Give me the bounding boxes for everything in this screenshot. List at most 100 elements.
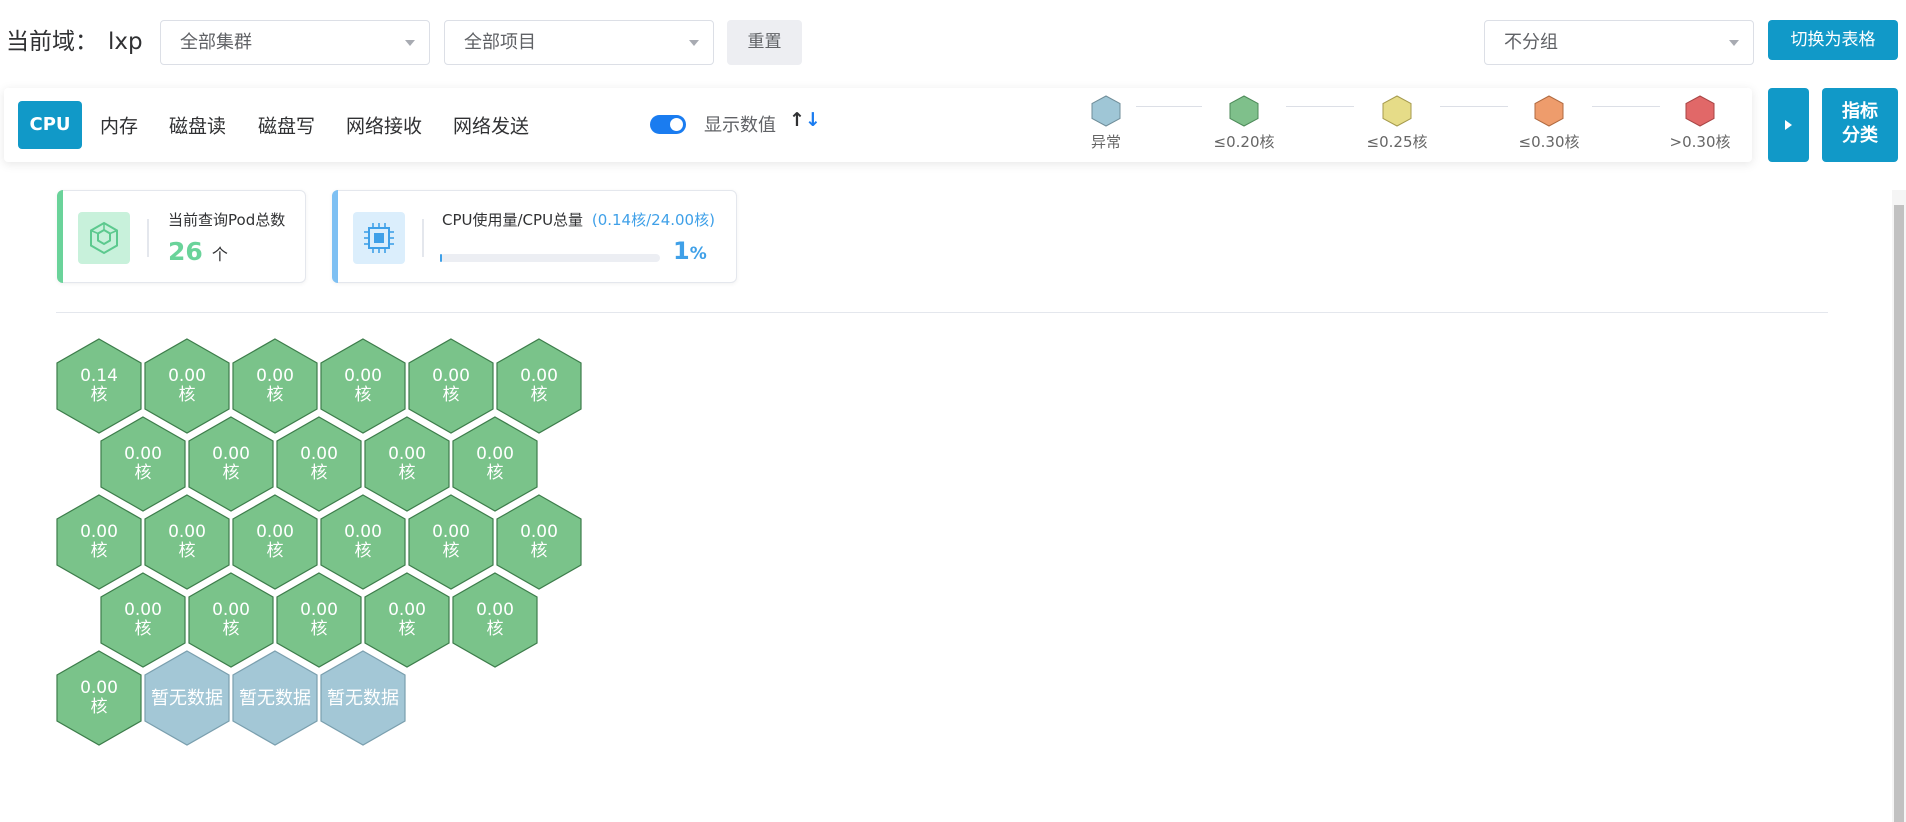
pod-unit: 核	[486, 619, 504, 639]
cpu-usage-percent-row: 1%	[673, 237, 707, 265]
pod-unit: 核	[310, 619, 328, 639]
pod-unit: 核	[222, 619, 240, 639]
hexagon-icon	[1534, 95, 1564, 127]
cluster-select[interactable]: 全部集群	[160, 20, 430, 65]
pod-unit: 核	[266, 541, 284, 561]
legend-item-abnormal: 异常	[1061, 95, 1151, 152]
hexagon-icon	[1382, 95, 1412, 127]
reset-button[interactable]: 重置	[727, 20, 802, 65]
legend-connector	[1286, 106, 1354, 107]
pod-value: 0.00	[476, 600, 514, 620]
pod-hexagon-label: 0.00 核	[56, 650, 142, 746]
pod-value: 0.00	[388, 600, 426, 620]
pod-value: 0.00	[520, 522, 558, 542]
pod-value: 0.00	[344, 522, 382, 542]
hexagon-icon	[1229, 95, 1259, 127]
tab-cpu[interactable]: CPU	[18, 101, 82, 149]
pod-value: 0.00	[344, 366, 382, 386]
cpu-usage-card: CPU使用量/CPU总量 (0.14核/24.00核) 1%	[332, 190, 737, 283]
cpu-usage-progress-fill	[440, 254, 443, 262]
chevron-down-icon	[689, 40, 699, 46]
pod-value: 0.00	[256, 522, 294, 542]
pod-value: 0.00	[432, 522, 470, 542]
current-domain: 当前域： lxp	[6, 22, 143, 56]
pod-unit: 核	[222, 463, 240, 483]
pod-value: 0.00	[212, 444, 250, 464]
pod-hexagon[interactable]: 暂无数据	[232, 650, 318, 746]
pod-value: 0.00	[520, 366, 558, 386]
cpu-usage-title: CPU使用量/CPU总量	[442, 211, 584, 229]
legend-label: ≤0.30核	[1518, 133, 1580, 151]
card-accent-bar	[332, 190, 338, 283]
pod-value: 0.00	[124, 444, 162, 464]
pod-value: 暂无数据	[327, 687, 399, 709]
switch-to-table-button[interactable]: 切换为表格	[1768, 20, 1898, 60]
cluster-select-value: 全部集群	[180, 32, 252, 53]
metric-classify-button[interactable]: 指标 分类	[1822, 88, 1898, 162]
pod-value: 0.00	[300, 600, 338, 620]
pod-value: 0.00	[124, 600, 162, 620]
pod-count-title: 当前查询Pod总数	[168, 211, 286, 229]
pod-hexagon-label: 暂无数据	[232, 650, 318, 746]
pod-hexagon-label: 暂无数据	[320, 650, 406, 746]
tab-memory[interactable]: 内存	[100, 112, 138, 139]
tab-disk-read[interactable]: 磁盘读	[169, 112, 226, 139]
pod-unit: 核	[442, 541, 460, 561]
cpu-usage-detail: (0.14核/24.00核)	[591, 211, 715, 229]
pod-hexagon-label: 暂无数据	[144, 650, 230, 746]
pod-value: 0.00	[388, 444, 426, 464]
legend-item-le-030: ≤0.30核	[1504, 95, 1594, 152]
pod-value: 0.00	[168, 522, 206, 542]
group-select[interactable]: 不分组	[1484, 20, 1754, 65]
hexagon-icon	[1685, 95, 1715, 127]
chip-icon	[353, 212, 405, 264]
legend-label: 异常	[1090, 133, 1121, 151]
pod-unit: 核	[266, 385, 284, 405]
pod-unit: 核	[178, 385, 196, 405]
legend-label: ≤0.25核	[1366, 133, 1428, 151]
pod-unit: 核	[398, 463, 416, 483]
legend-item-le-020: ≤0.20核	[1199, 95, 1289, 152]
pod-unit: 核	[178, 541, 196, 561]
pod-unit: 核	[530, 385, 548, 405]
scrollbar-thumb[interactable]	[1894, 205, 1904, 822]
pod-value: 0.00	[476, 444, 514, 464]
pod-value: 暂无数据	[239, 687, 311, 709]
pod-unit: 核	[354, 541, 372, 561]
tab-disk-write[interactable]: 磁盘写	[258, 112, 315, 139]
pod-unit: 核	[90, 541, 108, 561]
legend-connector	[1592, 106, 1660, 107]
section-divider	[56, 312, 1828, 313]
pod-unit: 核	[90, 697, 108, 717]
cube-icon	[78, 212, 130, 264]
pod-hexagon[interactable]: 暂无数据	[144, 650, 230, 746]
chevron-down-icon	[405, 40, 415, 46]
pod-unit: 核	[530, 541, 548, 561]
pod-value: 0.00	[212, 600, 250, 620]
pod-count-value-row: 26 个	[168, 237, 228, 266]
legend-label: >0.30核	[1669, 133, 1731, 151]
pod-unit: 核	[442, 385, 460, 405]
pod-count-unit: 个	[211, 245, 228, 264]
pod-hexagon[interactable]: 暂无数据	[320, 650, 406, 746]
card-separator	[147, 219, 149, 257]
pod-count-value: 26	[168, 237, 203, 266]
pod-hexagon[interactable]: 0.00 核	[452, 572, 538, 668]
tab-network-receive[interactable]: 网络接收	[346, 112, 422, 139]
cpu-usage-progress-bar	[440, 254, 660, 262]
play-icon	[1785, 120, 1792, 130]
show-values-toggle[interactable]	[650, 115, 686, 134]
chevron-down-icon	[1729, 40, 1739, 46]
cpu-usage-percent: 1	[673, 237, 690, 265]
project-select[interactable]: 全部项目	[444, 20, 714, 65]
play-button[interactable]	[1768, 88, 1809, 162]
sort-icon[interactable]: ↑↓	[789, 109, 821, 131]
group-select-value: 不分组	[1504, 32, 1558, 53]
pod-value: 0.00	[80, 522, 118, 542]
card-accent-bar	[57, 190, 63, 283]
pod-unit: 核	[486, 463, 504, 483]
pod-unit: 核	[134, 463, 152, 483]
pod-hexagon[interactable]: 0.00 核	[56, 650, 142, 746]
pod-unit: 核	[90, 385, 108, 405]
tab-network-send[interactable]: 网络发送	[453, 112, 529, 139]
